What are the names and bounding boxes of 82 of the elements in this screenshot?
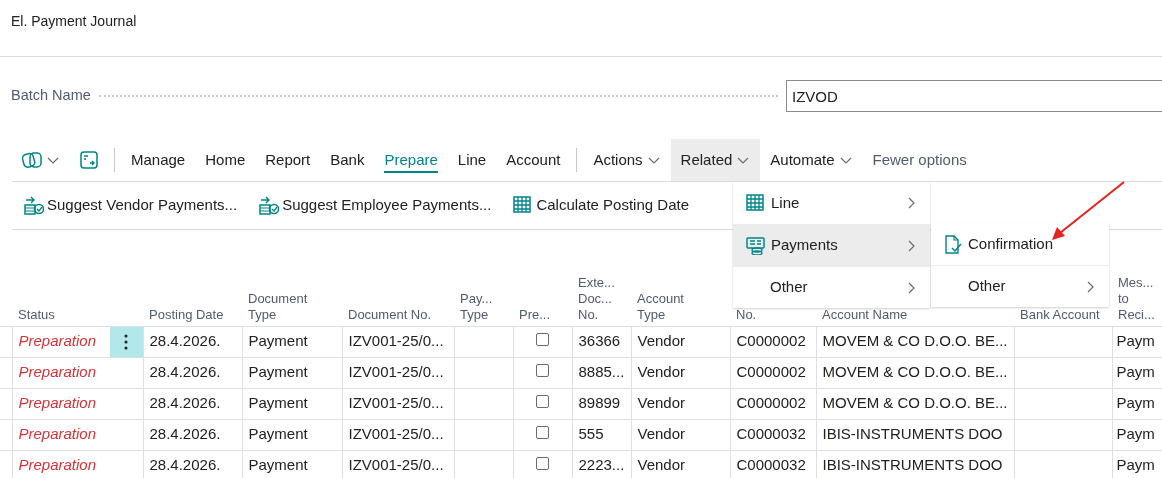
- toolbar-menu-button[interactable]: Related: [670, 139, 761, 181]
- table-cell: IZV001-25/0...: [342, 357, 454, 388]
- toolbar-menu-button[interactable]: Automate: [760, 139, 863, 181]
- table-cell: MOVEM & CO D.O.O. BE...: [816, 388, 1014, 419]
- table-cell: 36366: [572, 326, 631, 357]
- column-header[interactable]: Document Type: [248, 291, 339, 324]
- checkbox[interactable]: [536, 395, 549, 409]
- chevron-right-icon: [1085, 279, 1095, 294]
- action-button[interactable]: Suggest Vendor Payments...: [12, 182, 248, 229]
- table-cell: Payment: [242, 326, 342, 357]
- column-header[interactable]: Exte... Doc... No.: [578, 274, 628, 324]
- action-button[interactable]: Suggest Employee Payments...: [247, 182, 502, 229]
- column-header[interactable]: Document No.: [348, 307, 451, 324]
- chevron-right-icon: [906, 196, 916, 210]
- toolbar-menu-button[interactable]: Actions: [583, 139, 671, 181]
- table-cell: 8885...: [572, 357, 631, 388]
- column-header[interactable]: Status: [18, 307, 107, 324]
- calendar-grid-icon: [513, 195, 534, 216]
- action-button[interactable]: Calculate Posting Date: [501, 182, 699, 229]
- table-cell: IZV001-25/0...: [342, 388, 454, 419]
- table-cell: C0000032: [730, 419, 816, 450]
- table-cell: IZV001-25/0...: [342, 419, 454, 450]
- table-cell: Vendor: [631, 326, 730, 357]
- table-cell: Payment: [242, 388, 342, 419]
- toolbar-tab[interactable]: Line: [447, 139, 497, 181]
- row-actions-cell[interactable]: [110, 326, 143, 357]
- checkbox[interactable]: [536, 333, 549, 347]
- suggest-payments-icon: [259, 195, 280, 216]
- column-header[interactable]: Account Type: [637, 291, 727, 324]
- table-cell: Vendor: [631, 357, 730, 388]
- table-cell: MOVEM & CO D.O.O. BE...: [816, 357, 1014, 388]
- table-cell: 555: [572, 419, 631, 450]
- table-cell: Vendor: [631, 388, 730, 419]
- column-header[interactable]: Pay... Type: [460, 291, 510, 324]
- table-cell: IBIS-INSTRUMENTS DOO: [816, 419, 1014, 450]
- table-cell: MOVEM & CO D.O.O. BE...: [816, 326, 1014, 357]
- checkbox[interactable]: [536, 426, 549, 440]
- table-cell: Payment: [242, 357, 342, 388]
- table-cell: 28.4.2026.: [143, 419, 242, 450]
- panel-arrows-icon: [80, 151, 98, 169]
- menu-item[interactable]: Other: [733, 266, 930, 308]
- table-cell: 28.4.2026.: [143, 388, 242, 419]
- table-cell: 28.4.2026.: [143, 326, 242, 357]
- menu-item[interactable]: Line: [733, 182, 930, 224]
- toolbar-tab[interactable]: Home: [195, 139, 256, 181]
- column-header[interactable]: Mes... to Reci...: [1118, 274, 1159, 324]
- table-cell: Paym: [1112, 326, 1162, 357]
- table-cell: C0000002: [730, 326, 816, 357]
- toolbar-tab[interactable]: Manage: [121, 139, 196, 181]
- batch-name-field[interactable]: IZVOD: [786, 80, 1162, 112]
- table-cell: C0000002: [730, 357, 816, 388]
- table-cell: Vendor: [631, 419, 730, 450]
- chevron-right-icon: [906, 238, 916, 253]
- column-header[interactable]: Bank Account: [1020, 307, 1109, 324]
- overlapping-shapes-icon: [22, 151, 42, 169]
- suggest-payments-icon: [24, 195, 44, 216]
- column-header[interactable]: Account Name: [822, 307, 1011, 324]
- table-cell: IZV001-25/0...: [342, 326, 454, 357]
- page-title: El. Payment Journal: [0, 0, 1162, 57]
- document-check-icon: [944, 234, 962, 254]
- grid-icon: [746, 193, 765, 213]
- checkbox[interactable]: [536, 457, 549, 471]
- column-header[interactable]: Pre...: [519, 307, 569, 324]
- table-cell: 28.4.2026.: [143, 357, 242, 388]
- batch-name-label: Batch Name: [11, 86, 91, 106]
- toolbar-tab[interactable]: Bank: [320, 139, 375, 181]
- column-header[interactable]: No.: [736, 307, 813, 324]
- table-cell: C0000002: [730, 388, 816, 419]
- toolbar-tab[interactable]: Report: [255, 139, 321, 181]
- toolbar-tab[interactable]: Account: [496, 139, 571, 181]
- menu-item[interactable]: Other: [931, 265, 1109, 307]
- menu-item[interactable]: Confirmation: [931, 223, 1109, 265]
- more-options-icon: [124, 333, 129, 350]
- chevron-right-icon: [906, 280, 916, 295]
- table-cell: Payment: [242, 419, 342, 450]
- toolbar-tab[interactable]: Prepare: [374, 139, 448, 181]
- column-header[interactable]: Posting Date: [149, 307, 239, 324]
- checkbox[interactable]: [536, 364, 549, 378]
- fewer-options-button[interactable]: Fewer options: [862, 139, 977, 181]
- payments-icon: [746, 236, 765, 255]
- table-cell: 89899: [572, 388, 631, 419]
- menu-item[interactable]: Payments: [733, 224, 930, 266]
